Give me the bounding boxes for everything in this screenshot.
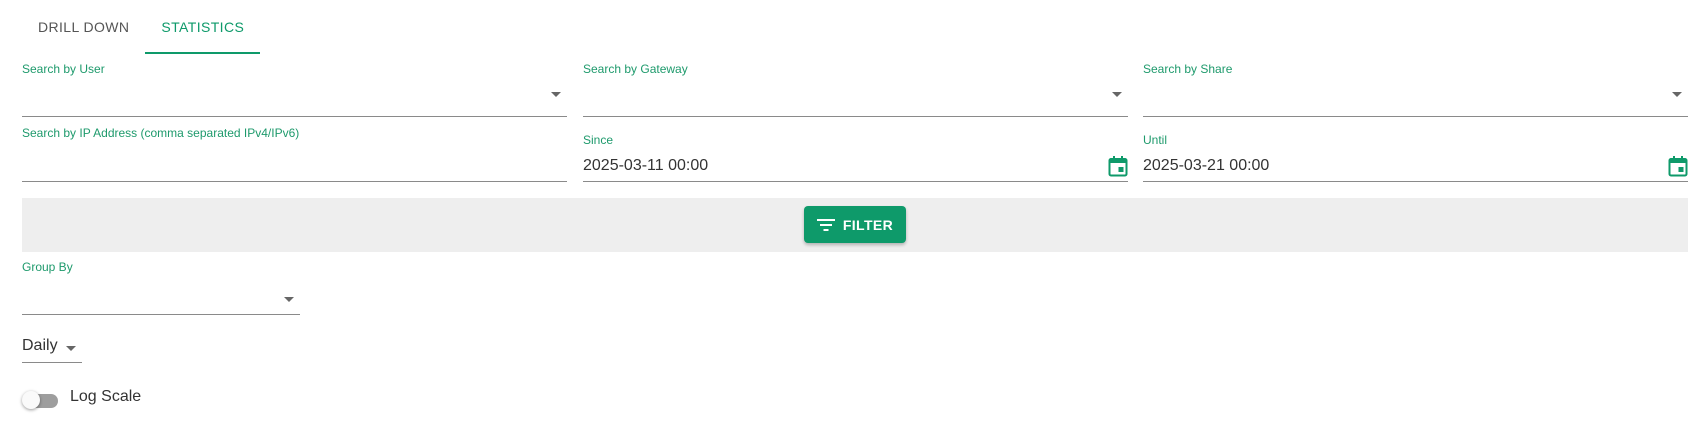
ip-address-underline — [22, 181, 567, 182]
gateway-search-underline — [583, 116, 1128, 117]
since-label: Since — [583, 133, 614, 147]
since-underline — [583, 181, 1128, 182]
chevron-down-icon — [551, 92, 561, 97]
until-value: 2025-03-21 00:00 — [1143, 157, 1270, 174]
until-date-picker[interactable]: Until 2025-03-21 00:00 — [1143, 133, 1688, 182]
log-scale-label: Log Scale — [70, 388, 142, 405]
interval-select[interactable]: Daily — [22, 336, 82, 363]
tab-statistics[interactable]: STATISTICS — [145, 0, 261, 54]
chevron-down-icon — [1672, 92, 1682, 97]
until-underline — [1143, 181, 1688, 182]
calendar-icon[interactable] — [1668, 155, 1688, 177]
log-scale-toggle[interactable] — [22, 390, 60, 410]
interval-underline — [22, 362, 82, 363]
calendar-icon[interactable] — [1108, 155, 1128, 177]
group-by-underline — [22, 314, 300, 315]
ip-address-label: Search by IP Address (comma separated IP… — [22, 126, 300, 140]
share-search-underline — [1143, 116, 1688, 117]
user-search-select[interactable]: Search by User — [22, 62, 567, 117]
group-by-select[interactable]: Group By — [22, 260, 300, 315]
chevron-down-icon — [284, 297, 294, 302]
toggle-thumb — [22, 391, 40, 409]
filter-list-icon — [816, 218, 835, 231]
filter-button[interactable]: FILTER — [804, 206, 906, 243]
since-date-picker[interactable]: Since 2025-03-11 00:00 — [583, 133, 1128, 182]
filter-button-label: FILTER — [842, 216, 894, 233]
ip-address-input[interactable]: Search by IP Address (comma separated IP… — [22, 126, 567, 182]
user-search-label: Search by User — [22, 62, 105, 76]
group-by-label: Group By — [22, 260, 73, 274]
since-value: 2025-03-11 00:00 — [583, 157, 709, 174]
user-search-underline — [22, 116, 567, 117]
chevron-down-icon — [66, 346, 76, 351]
gateway-search-select[interactable]: Search by Gateway — [583, 62, 1128, 117]
tab-bar: DRILL DOWN STATISTICS — [22, 0, 261, 54]
chevron-down-icon — [1112, 92, 1122, 97]
until-label: Until — [1143, 133, 1168, 147]
share-search-label: Search by Share — [1143, 62, 1233, 76]
tab-drill-down[interactable]: DRILL DOWN — [22, 0, 145, 54]
share-search-select[interactable]: Search by Share — [1143, 62, 1688, 117]
interval-value: Daily — [22, 337, 58, 354]
gateway-search-label: Search by Gateway — [583, 62, 688, 76]
